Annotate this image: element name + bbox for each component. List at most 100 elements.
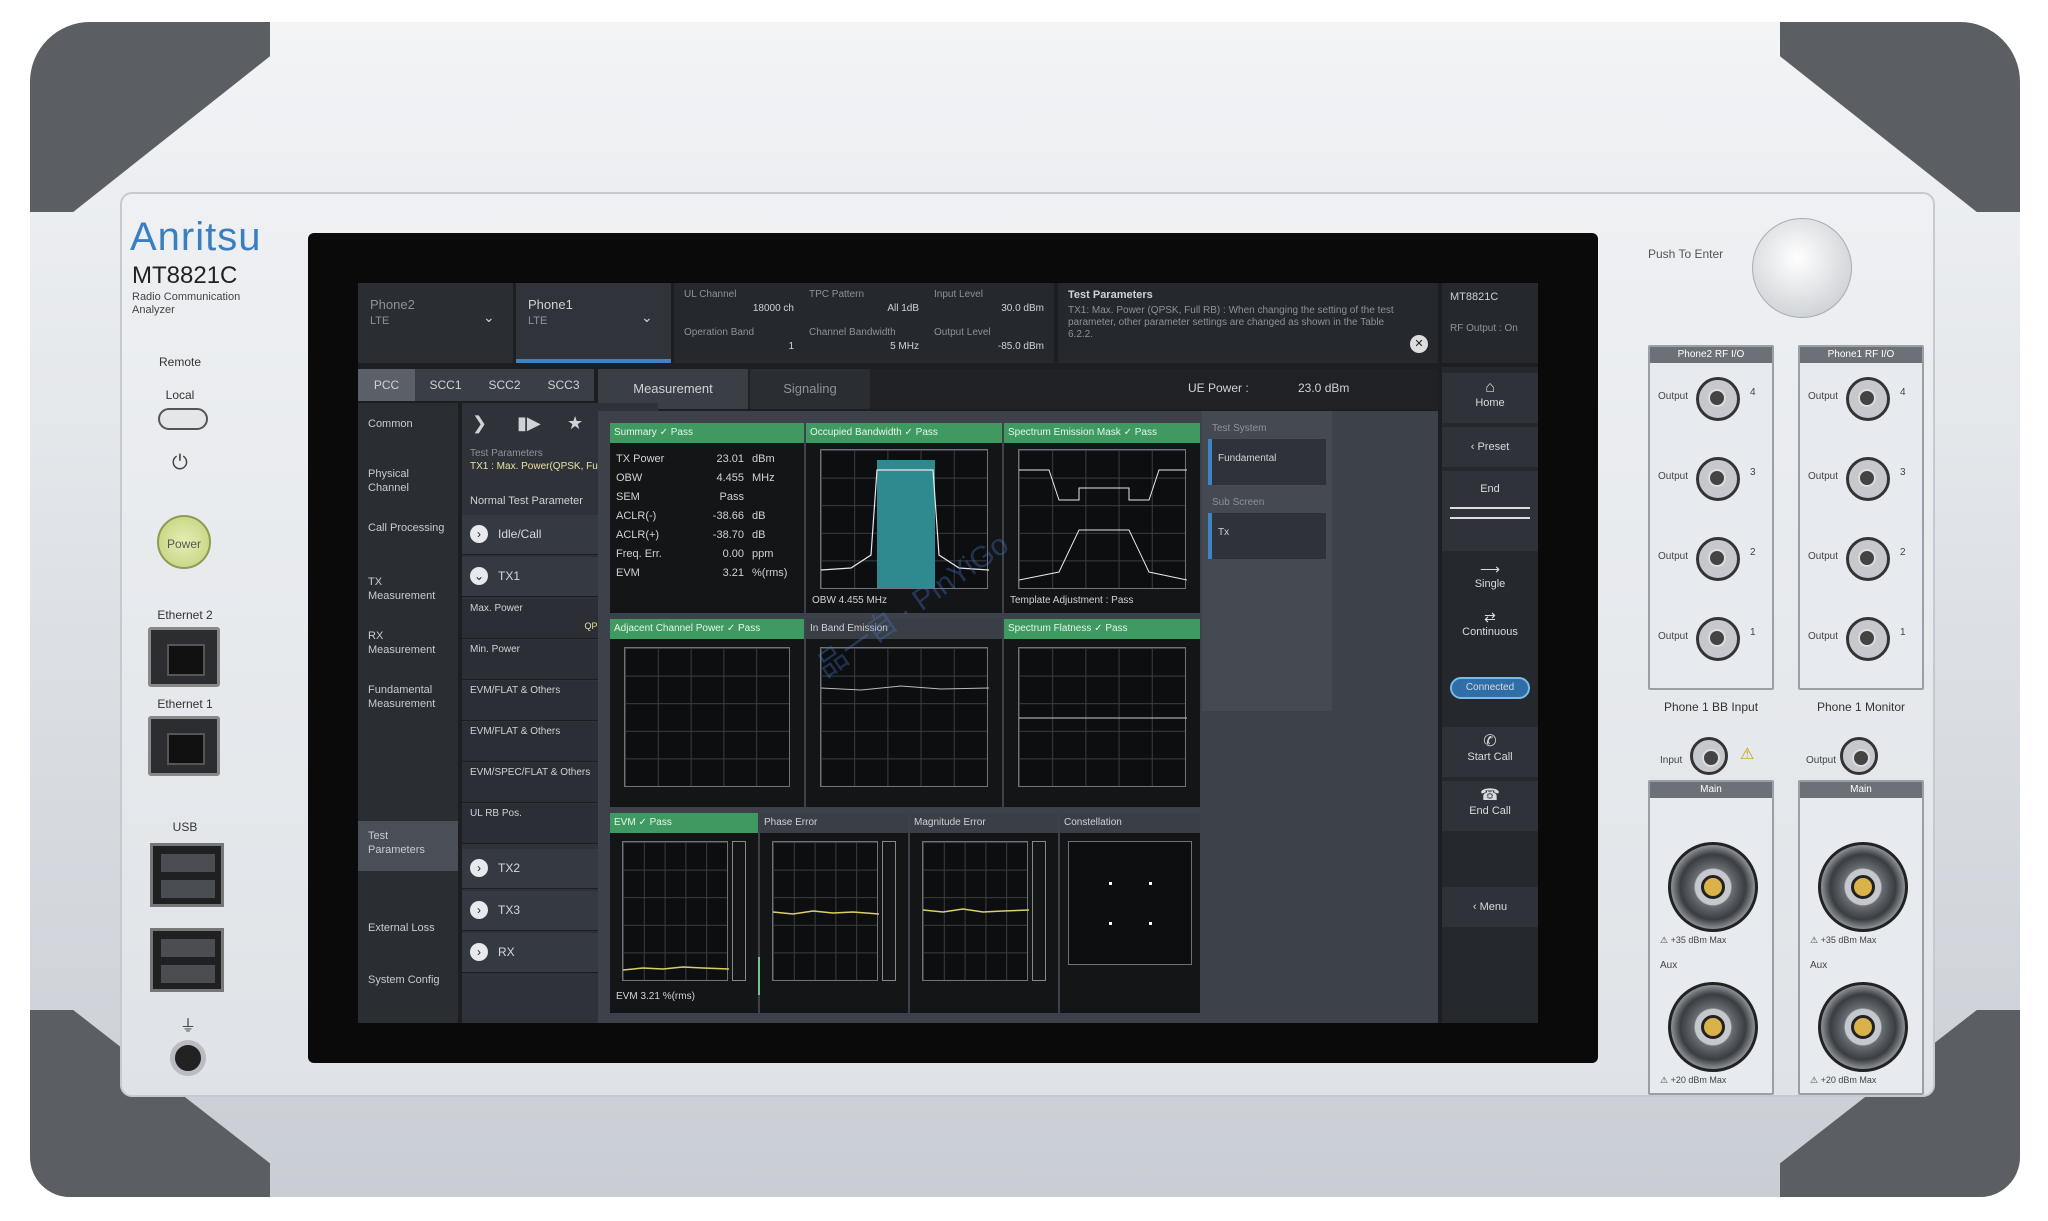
single-button[interactable]: ⟶ Single [1442,557,1538,603]
sem-graph [1018,449,1187,589]
tab-cc-pcc[interactable]: PCC [358,369,415,401]
close-icon[interactable]: ✕ [1410,335,1428,353]
magnitude-error-panel: Magnitude Error [910,813,1058,1013]
cc-tab-bar: PCC SCC1 SCC2 SCC3 [358,369,594,401]
phone2-main-label: Main [1650,782,1772,798]
end-button[interactable]: End [1442,471,1538,551]
sem-panel: Spectrum Emission Mask ✓ Pass Template A… [1004,423,1200,613]
connected-status-button[interactable]: Connected [1450,677,1530,699]
warning-icon: ⚠ [1740,746,1755,763]
sidebar-item-physical-channel[interactable]: Physical Channel [358,459,458,503]
power-button[interactable]: Power [157,515,211,569]
usb-port [150,928,224,992]
power-icon: ⏻ [172,452,188,474]
summary-unit: ppm [752,548,774,560]
preset-button[interactable]: ‹ Preset [1442,427,1538,467]
constellation-graph [1068,841,1192,965]
status-parameters: UL Channel 18000 ch TPC Pattern All 1dB Inpu… [674,283,1054,363]
sidebar-item-tx-measurement[interactable]: TX Measurement [358,567,458,611]
list-title: Normal Test Parameter [470,495,583,507]
phone1-warn-bottom: ⚠ +20 dBm Max [1810,1075,1877,1085]
output-connector [1696,457,1740,501]
summary-name: Freq. Err. [616,548,662,560]
output-number: 1 [1900,627,1906,638]
output-number: 1 [1750,627,1756,638]
status-label: Channel Bandwidth [809,327,896,338]
usb-label: USB [172,820,198,834]
local-label: Local [165,388,195,402]
test-system-label: Test System [1212,423,1267,434]
sub-screen-value[interactable]: Tx [1208,513,1326,559]
push-to-enter-label: Push To Enter [1648,247,1724,261]
phone1-rf-label: Phone1 RF I/O [1800,347,1922,363]
tab-cc-scc1[interactable]: SCC1 [417,369,474,401]
output-label: Output [1808,551,1839,562]
summary-name: TX Power [616,453,665,465]
sub-screen-label: Sub Screen [1212,497,1265,508]
view-tab-bar: Measurement Signaling UE Power : 23.0 dB… [598,369,1438,409]
end-call-button[interactable]: ☎ End Call [1442,781,1538,831]
local-button[interactable] [158,408,208,430]
ethernet2-label: Ethernet 2 [157,608,213,622]
summary-name: SEM [616,491,640,503]
summary-value: -38.66 [712,510,744,522]
play-icon[interactable]: ▮▶ [517,413,541,434]
sidebar-item-fundamental[interactable]: Fundamental Measurement [358,675,458,719]
start-call-button[interactable]: ✆ Start Call [1442,727,1538,777]
sidebar-item-common[interactable]: Common [358,409,458,439]
menu-button[interactable]: ‹ Menu [1442,887,1538,927]
monitor-connector [1840,737,1878,775]
info-panel: Test Parameters TX1: Max. Power (QPSK, F… [1058,283,1438,363]
test-system-value[interactable]: Fundamental [1208,439,1326,485]
aclr-graph [624,647,790,787]
phone2-aux-label: Aux [1660,960,1678,971]
ground-icon: ⏚ [180,1018,197,1035]
summary-name: OBW [616,472,643,484]
sem-caption: Template Adjustment : Pass [1010,595,1134,606]
output-label: Output [1658,631,1689,642]
param-subitem-name: Max. Power [470,603,523,614]
phone2-rf-label: Phone2 RF I/O [1650,347,1772,363]
rotary-knob[interactable] [1752,218,1852,318]
bb-input-port-label: Input [1660,755,1683,766]
phone1-main-connector [1818,842,1908,932]
sidebar-item-system-config[interactable]: System Config [358,965,458,995]
status-value: 18000 ch [752,303,794,314]
home-button[interactable]: ⌂ Home [1442,373,1538,423]
output-connector [1696,377,1740,421]
sidebar-item-call-processing[interactable]: Call Processing [358,513,458,543]
phone2-warn-bottom: ⚠ +20 dBm Max [1660,1075,1727,1085]
monitor-port-label: Output [1806,755,1837,766]
summary-name: ACLR(+) [616,529,660,541]
evm-panel: EVM ✓ Pass EVM 3.21 %(rms) [610,813,758,1013]
phone1-aux-connector [1818,982,1908,1072]
output-connector [1846,377,1890,421]
phone2-selector[interactable]: Phone2 LTE ⌄ [358,283,513,363]
summary-unit: dB [752,529,766,541]
sidebar-item-test-parameters[interactable]: Test Parameters [358,821,458,871]
continuous-button[interactable]: ⇄ Continuous [1442,605,1538,651]
param-subitem-name: UL RB Pos. [470,808,522,819]
magnitude-error-header: Magnitude Error [910,813,1058,833]
tab-cc-scc3[interactable]: SCC3 [535,369,592,401]
summary-unit: dB [752,510,766,522]
status-label: Input Level [934,289,983,300]
status-label: Operation Band [684,327,755,338]
output-label: Output [1808,471,1839,482]
summary-value: 3.21 [722,567,744,579]
phone1-main-panel: Main ⚠ +35 dBm Max Aux ⚠ +20 dBm Max [1798,780,1924,1095]
output-connector [1846,537,1890,581]
tab-cc-scc2[interactable]: SCC2 [476,369,533,401]
tab-signaling[interactable]: Signaling [750,369,870,409]
status-value: 5 MHz [890,341,919,352]
constellation-panel: Constellation [1060,813,1200,1013]
sidebar-item-rx-measurement[interactable]: RX Measurement [358,621,458,665]
star-icon[interactable]: ★ [567,413,583,434]
status-label: Output Level [934,327,991,338]
status-value: All 1dB [887,303,919,314]
sidebar-item-external-loss[interactable]: External Loss [358,913,458,943]
phone1-selector[interactable]: Phone1 LTE ⌄ [516,283,671,363]
phone1-aux-label: Aux [1810,960,1828,971]
touch-screen: Phone2 LTE ⌄ Phone1 LTE ⌄ UL Channel 1800… [358,283,1538,1023]
next-icon[interactable]: ❯ [472,413,487,434]
